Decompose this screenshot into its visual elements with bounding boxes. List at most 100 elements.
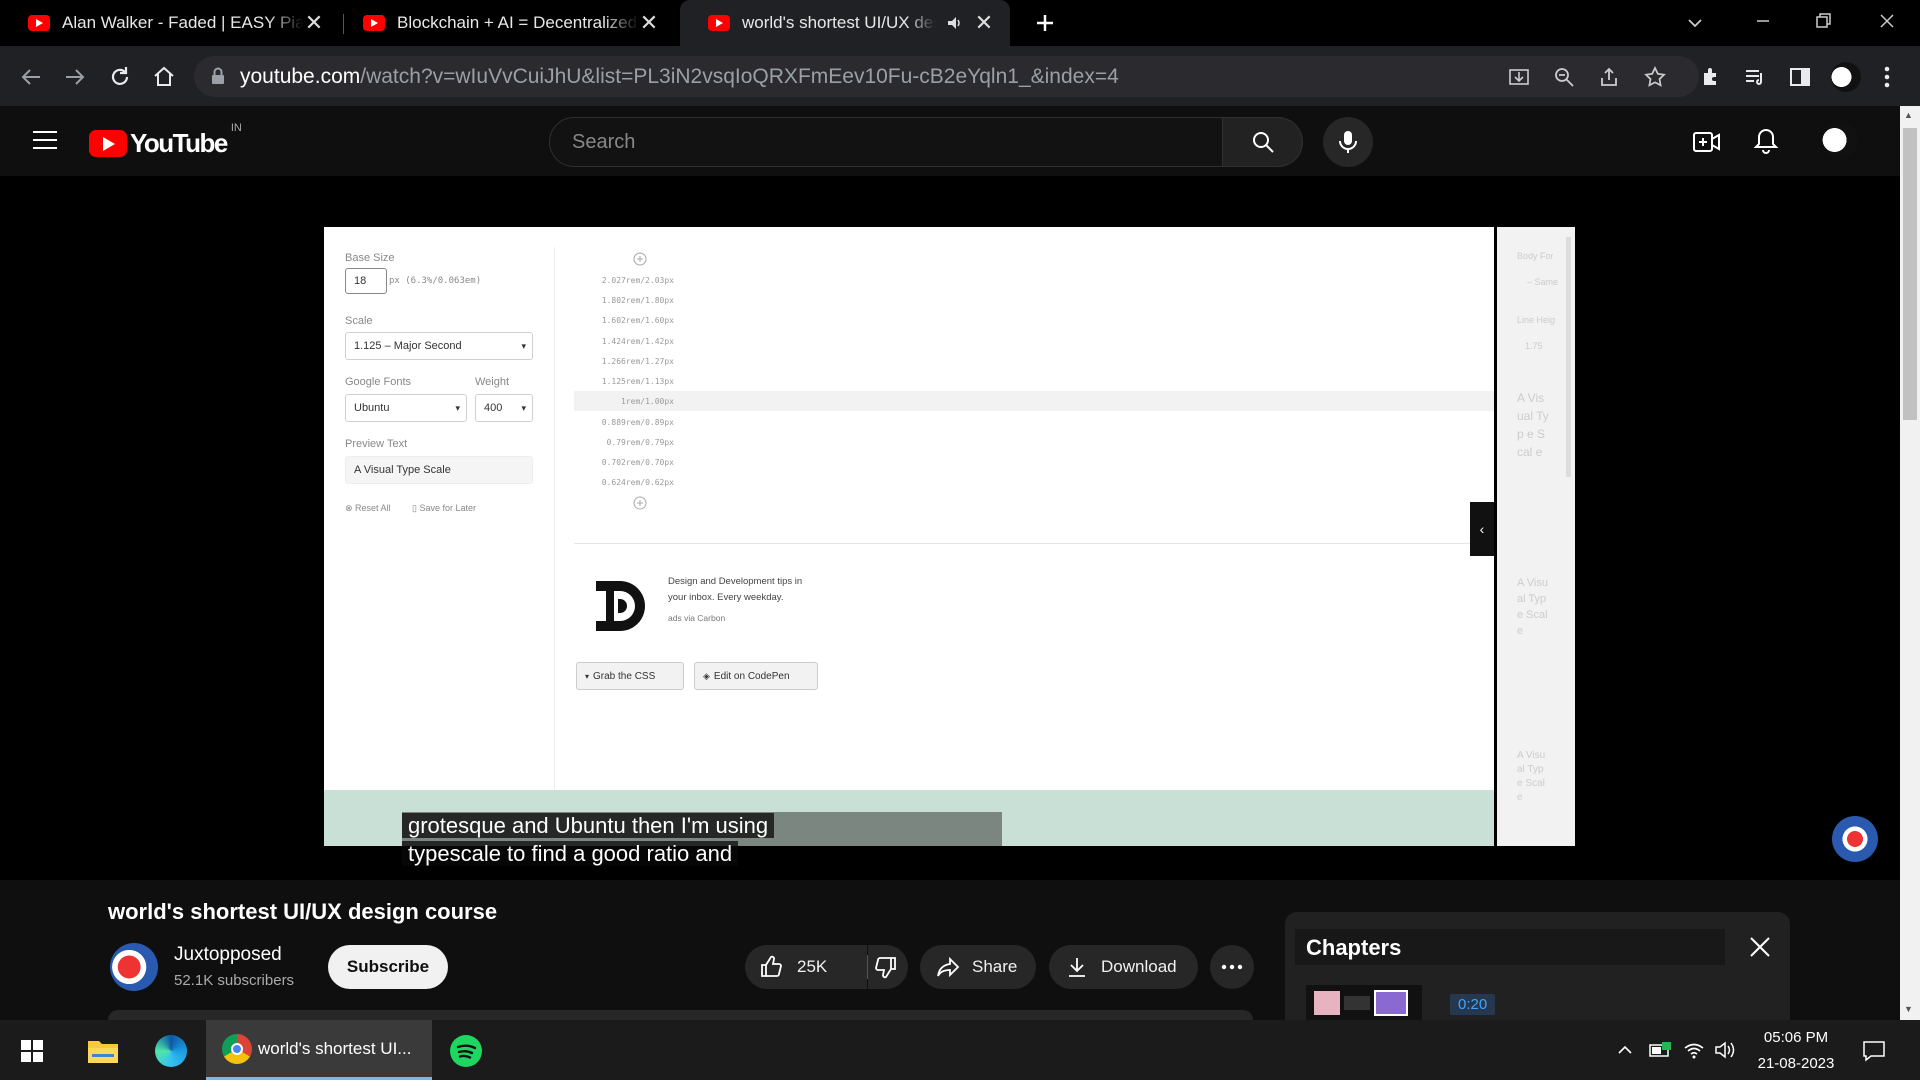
add-step-bottom-icon	[633, 496, 647, 510]
tab-blockchain-ai[interactable]: Blockchain + AI = Decentralized AI ✕	[335, 0, 675, 46]
microphone-icon	[1338, 130, 1358, 154]
profile-avatar[interactable]	[1831, 62, 1861, 92]
grab-css-button: ▾ Grab the CSS	[576, 662, 684, 690]
font-select-value: Ubuntu	[354, 402, 390, 414]
bookmark-star-icon[interactable]	[1643, 65, 1667, 89]
audio-playing-icon[interactable]	[946, 14, 964, 32]
channel-watermark[interactable]	[1832, 816, 1878, 862]
chapter-thumbnail[interactable]	[1306, 985, 1422, 1020]
extensions-icon[interactable]	[1699, 65, 1723, 89]
restore-icon[interactable]	[1812, 10, 1834, 32]
like-button[interactable]: 25K	[745, 945, 867, 989]
share-button[interactable]: Share	[920, 945, 1036, 989]
weight-label: Weight	[475, 376, 510, 388]
chevron-down-icon: ▾	[521, 402, 526, 413]
caption-line-2: typescale to find a good ratio and	[402, 841, 739, 866]
back-icon[interactable]	[18, 65, 44, 89]
clock-date[interactable]: 21-08-2023	[1748, 1055, 1844, 1072]
notification-center-icon[interactable]	[1862, 1039, 1886, 1063]
weight-select-value: 400	[484, 402, 503, 414]
clock-time[interactable]: 05:06 PM	[1754, 1029, 1838, 1046]
close-chapters-icon[interactable]	[1748, 935, 1772, 959]
video-title: world's shortest UI/UX design course	[108, 899, 498, 924]
file-explorer-icon[interactable]	[87, 1037, 119, 1065]
panel-divider	[554, 247, 555, 817]
account-avatar[interactable]	[1822, 122, 1858, 158]
close-window-icon[interactable]	[1876, 10, 1898, 32]
download-button[interactable]: Download	[1049, 945, 1198, 989]
subscribe-button[interactable]: Subscribe	[328, 945, 448, 989]
search-button[interactable]	[1223, 117, 1303, 167]
scrollbar-thumb[interactable]	[1903, 128, 1917, 420]
side-scrollbar	[1566, 237, 1571, 477]
scale-row: 1rem/1.00px	[621, 397, 674, 406]
save-later-link: ▯ Save for Later	[412, 503, 476, 513]
show-hidden-icons[interactable]	[1616, 1041, 1634, 1059]
download-label: Download	[1101, 957, 1177, 976]
forward-icon[interactable]	[62, 65, 88, 89]
scroll-up-icon[interactable]: ▲	[1904, 110, 1913, 120]
media-queue-icon[interactable]	[1743, 65, 1767, 89]
install-app-icon[interactable]	[1508, 66, 1530, 88]
collapse-panel-icon: ‹	[1470, 502, 1494, 556]
notifications-bell-icon[interactable]	[1753, 127, 1779, 155]
page-scrollbar[interactable]: ▲ ▼	[1900, 106, 1920, 1020]
like-count: 25K	[797, 957, 828, 976]
side-preview: A Visu al Type Scal e	[1517, 750, 1546, 803]
tab-uiux-course[interactable]: world's shortest UI/UX design course ✕	[680, 0, 1010, 46]
edit-codepen-label: Edit on CodePen	[713, 670, 790, 682]
chapters-title: Chapters	[1306, 935, 1402, 960]
channel-avatar[interactable]	[110, 943, 158, 991]
wifi-icon[interactable]	[1683, 1040, 1705, 1060]
tab-alan-walker[interactable]: Alan Walker - Faded | EASY Piano ✕	[0, 0, 340, 46]
hamburger-menu-icon[interactable]	[32, 129, 58, 151]
description-box[interactable]	[108, 1010, 1253, 1020]
taskbar-chrome-window[interactable]: world's shortest UI...	[206, 1020, 432, 1080]
zoom-icon[interactable]	[1553, 66, 1575, 88]
search-placeholder: Search	[572, 130, 636, 153]
channel-name[interactable]: Juxtopposed	[174, 944, 282, 966]
home-icon[interactable]	[151, 64, 177, 90]
youtube-logo[interactable]: YouTube IN	[89, 122, 242, 159]
close-tab-icon[interactable]: ✕	[304, 10, 324, 36]
edge-icon[interactable]	[155, 1035, 187, 1067]
chrome-menu-icon[interactable]	[1882, 64, 1892, 90]
site-info-lock-icon[interactable]	[210, 66, 226, 86]
voice-search-button[interactable]	[1323, 117, 1373, 167]
volume-icon[interactable]	[1714, 1040, 1736, 1060]
thumbs-up-icon	[759, 955, 783, 979]
region-badge: IN	[230, 122, 242, 134]
share-arrow-icon	[936, 956, 960, 978]
battery-icon[interactable]	[1648, 1040, 1672, 1060]
search-input[interactable]: Search	[549, 117, 1223, 167]
scale-row: 0.624rem/0.62px	[601, 478, 674, 487]
thumbs-down-icon	[874, 955, 898, 979]
download-icon	[1067, 956, 1087, 978]
windows-start-icon[interactable]	[20, 1039, 44, 1063]
address-bar[interactable]: youtube.com/watch?v=wIuVvCuiJhU&list=PL3…	[194, 56, 1699, 97]
youtube-favicon-icon	[363, 15, 385, 31]
scroll-down-icon[interactable]: ▼	[1904, 1004, 1913, 1014]
minimize-icon[interactable]	[1752, 10, 1774, 32]
dislike-button[interactable]	[868, 945, 908, 989]
google-fonts-label: Google Fonts	[345, 376, 412, 388]
side-panel-icon[interactable]	[1788, 65, 1812, 89]
close-tab-icon[interactable]: ✕	[639, 10, 659, 36]
base-size-input: 18	[345, 268, 387, 294]
more-actions-button[interactable]	[1210, 945, 1254, 989]
create-video-icon[interactable]	[1692, 129, 1722, 155]
chapter-timestamp[interactable]: 0:20	[1450, 994, 1496, 1015]
ad-line-1: Design and Development tips in	[668, 576, 803, 587]
close-tab-icon[interactable]: ✕	[974, 10, 994, 36]
scale-row: 1.266rem/1.27px	[601, 357, 674, 366]
search-icon	[1251, 130, 1275, 154]
new-tab-button[interactable]	[1030, 8, 1060, 38]
weight-select: 400 ▾	[475, 394, 533, 422]
url-host: youtube.com	[240, 64, 361, 88]
share-page-icon[interactable]	[1598, 66, 1620, 88]
tab-title: Blockchain + AI = Decentralized AI	[397, 13, 639, 32]
tab-search-icon[interactable]	[1684, 12, 1706, 34]
preview-text-label: Preview Text	[345, 438, 408, 450]
spotify-icon[interactable]	[450, 1035, 482, 1067]
reload-icon[interactable]	[107, 64, 133, 90]
